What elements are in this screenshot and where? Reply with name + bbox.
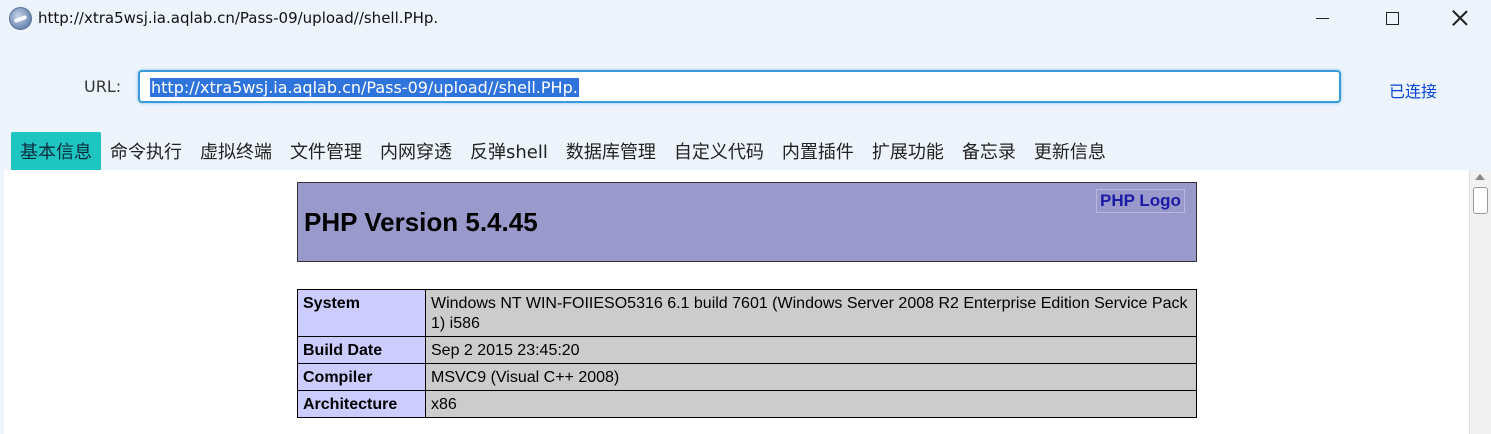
minimize-button[interactable] xyxy=(1292,0,1352,36)
tab-virtual-terminal[interactable]: 虚拟终端 xyxy=(191,132,281,170)
row-value: x86 xyxy=(425,390,1197,418)
table-row: Build Date Sep 2 2015 23:45:20 xyxy=(297,336,1197,364)
tab-reverse-shell[interactable]: 反弹shell xyxy=(461,132,557,170)
scroll-thumb[interactable] xyxy=(1473,187,1488,214)
tab-update-info[interactable]: 更新信息 xyxy=(1025,132,1115,170)
row-key: Architecture xyxy=(297,390,426,418)
tab-file-manager[interactable]: 文件管理 xyxy=(281,132,371,170)
row-key: Compiler xyxy=(297,363,426,391)
title-bar: http://xtra5wsj.ia.aqlab.cn/Pass-09/uplo… xyxy=(0,0,1491,38)
tab-extensions[interactable]: 扩展功能 xyxy=(863,132,953,170)
php-info-table: System Windows NT WIN-FOIIESO5316 6.1 bu… xyxy=(297,289,1197,418)
connection-status[interactable]: 已连接 xyxy=(1389,78,1437,102)
row-key: System xyxy=(297,289,426,337)
tab-intranet-tunnel[interactable]: 内网穿透 xyxy=(371,132,461,170)
content-panel: PHP Version 5.4.45 PHP Logo System Windo… xyxy=(4,170,1491,434)
globe-app-icon xyxy=(9,7,32,30)
tab-database-manager[interactable]: 数据库管理 xyxy=(557,132,665,170)
url-input[interactable]: http://xtra5wsj.ia.aqlab.cn/Pass-09/uplo… xyxy=(138,70,1341,103)
scroll-up-arrow-icon[interactable] xyxy=(1475,174,1485,180)
tab-basic-info[interactable]: 基本信息 xyxy=(11,132,101,170)
table-row: Architecture x86 xyxy=(297,390,1197,418)
tab-memo[interactable]: 备忘录 xyxy=(953,132,1025,170)
tab-builtin-plugins[interactable]: 内置插件 xyxy=(773,132,863,170)
tab-bar: 基本信息 命令执行 虚拟终端 文件管理 内网穿透 反弹shell 数据库管理 自… xyxy=(11,132,1115,170)
php-logo-image[interactable]: PHP Logo xyxy=(1096,189,1185,213)
php-version-header: PHP Version 5.4.45 PHP Logo xyxy=(297,182,1197,262)
window-title: http://xtra5wsj.ia.aqlab.cn/Pass-09/uplo… xyxy=(38,9,439,27)
tab-command-exec[interactable]: 命令执行 xyxy=(101,132,191,170)
row-value: MSVC9 (Visual C++ 2008) xyxy=(425,363,1197,391)
url-label: URL: xyxy=(84,77,122,96)
tab-custom-code[interactable]: 自定义代码 xyxy=(665,132,773,170)
maximize-icon xyxy=(1385,11,1399,25)
table-row: Compiler MSVC9 (Visual C++ 2008) xyxy=(297,363,1197,391)
php-version-title: PHP Version 5.4.45 xyxy=(304,207,538,237)
row-value: Windows NT WIN-FOIIESO5316 6.1 build 760… xyxy=(425,289,1197,337)
row-key: Build Date xyxy=(297,336,426,364)
close-icon xyxy=(1452,10,1468,26)
maximize-button[interactable] xyxy=(1362,0,1422,36)
table-row: System Windows NT WIN-FOIIESO5316 6.1 bu… xyxy=(297,289,1197,337)
url-input-value: http://xtra5wsj.ia.aqlab.cn/Pass-09/uplo… xyxy=(150,78,579,97)
minimize-icon xyxy=(1315,17,1329,19)
vertical-scrollbar[interactable] xyxy=(1469,170,1491,434)
row-value: Sep 2 2015 23:45:20 xyxy=(425,336,1197,364)
close-button[interactable] xyxy=(1430,0,1490,36)
